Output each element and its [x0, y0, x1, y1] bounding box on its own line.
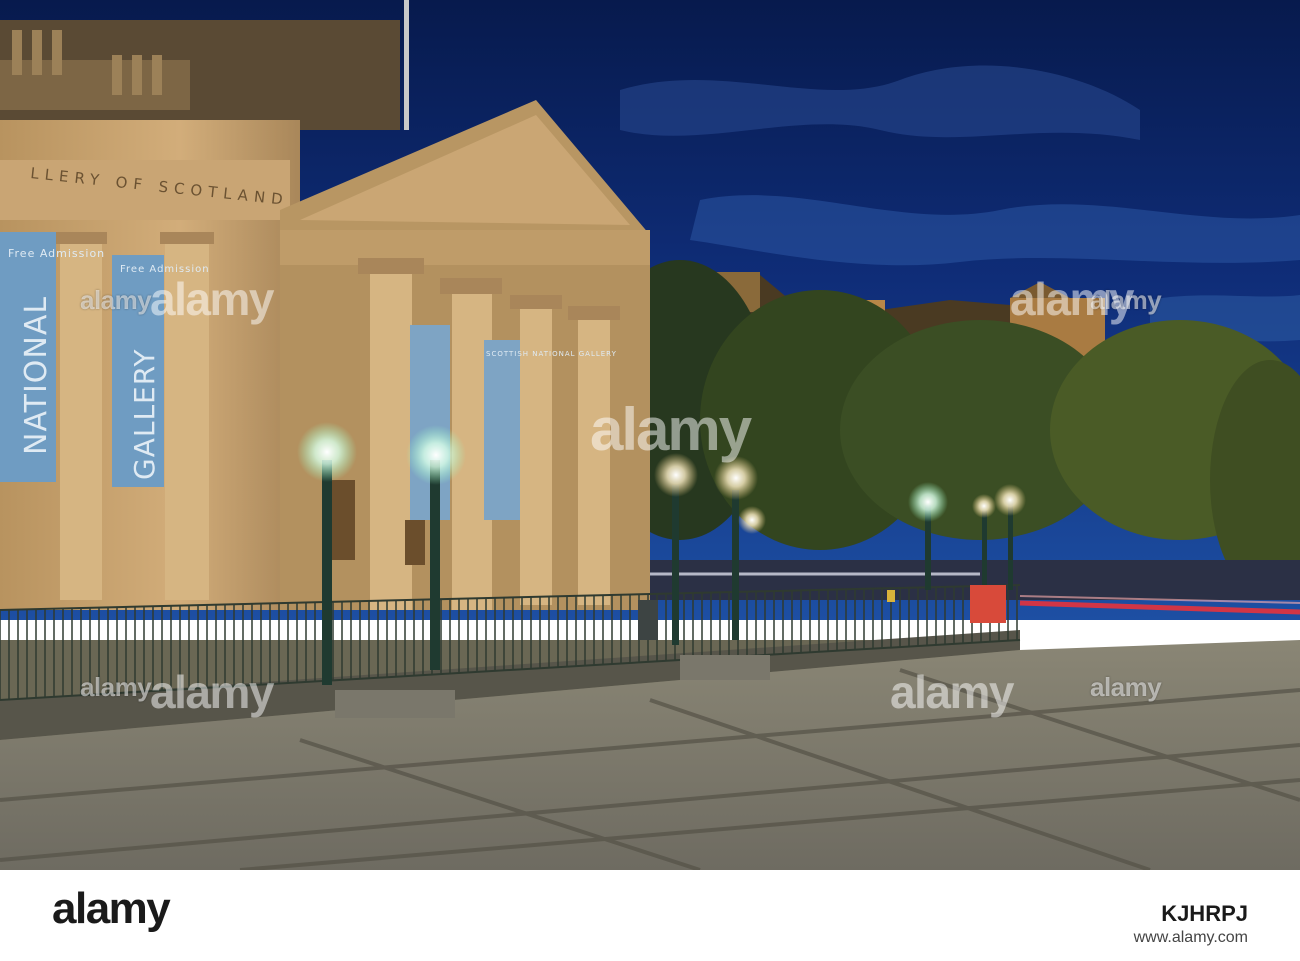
- footer-bar: [0, 870, 1300, 961]
- banner-left-main-text: NATIONAL: [19, 296, 54, 455]
- image-id: KJHRPJ: [1161, 901, 1248, 926]
- site-url: www.alamy.com: [1133, 929, 1248, 946]
- watermark: alamy: [80, 672, 152, 702]
- banner-mid-main-text: GALLERY: [128, 348, 161, 480]
- watermark: alamy: [1090, 672, 1162, 702]
- watermark: alamy: [150, 273, 274, 325]
- banner-small-text: SCOTTISH NATIONAL GALLERY: [486, 350, 617, 358]
- watermark: alamy: [150, 666, 274, 718]
- watermark: alamy: [590, 396, 752, 463]
- watermark: alamy: [80, 285, 152, 315]
- photo: LLERY OF SCOTLAND Free Admission NATIONA…: [0, 0, 1300, 870]
- watermark: alamy: [890, 666, 1014, 718]
- footer-logo: alamy: [52, 884, 171, 933]
- watermark: alamy: [1010, 273, 1134, 325]
- banner-left-top-text: Free Admission: [8, 247, 105, 260]
